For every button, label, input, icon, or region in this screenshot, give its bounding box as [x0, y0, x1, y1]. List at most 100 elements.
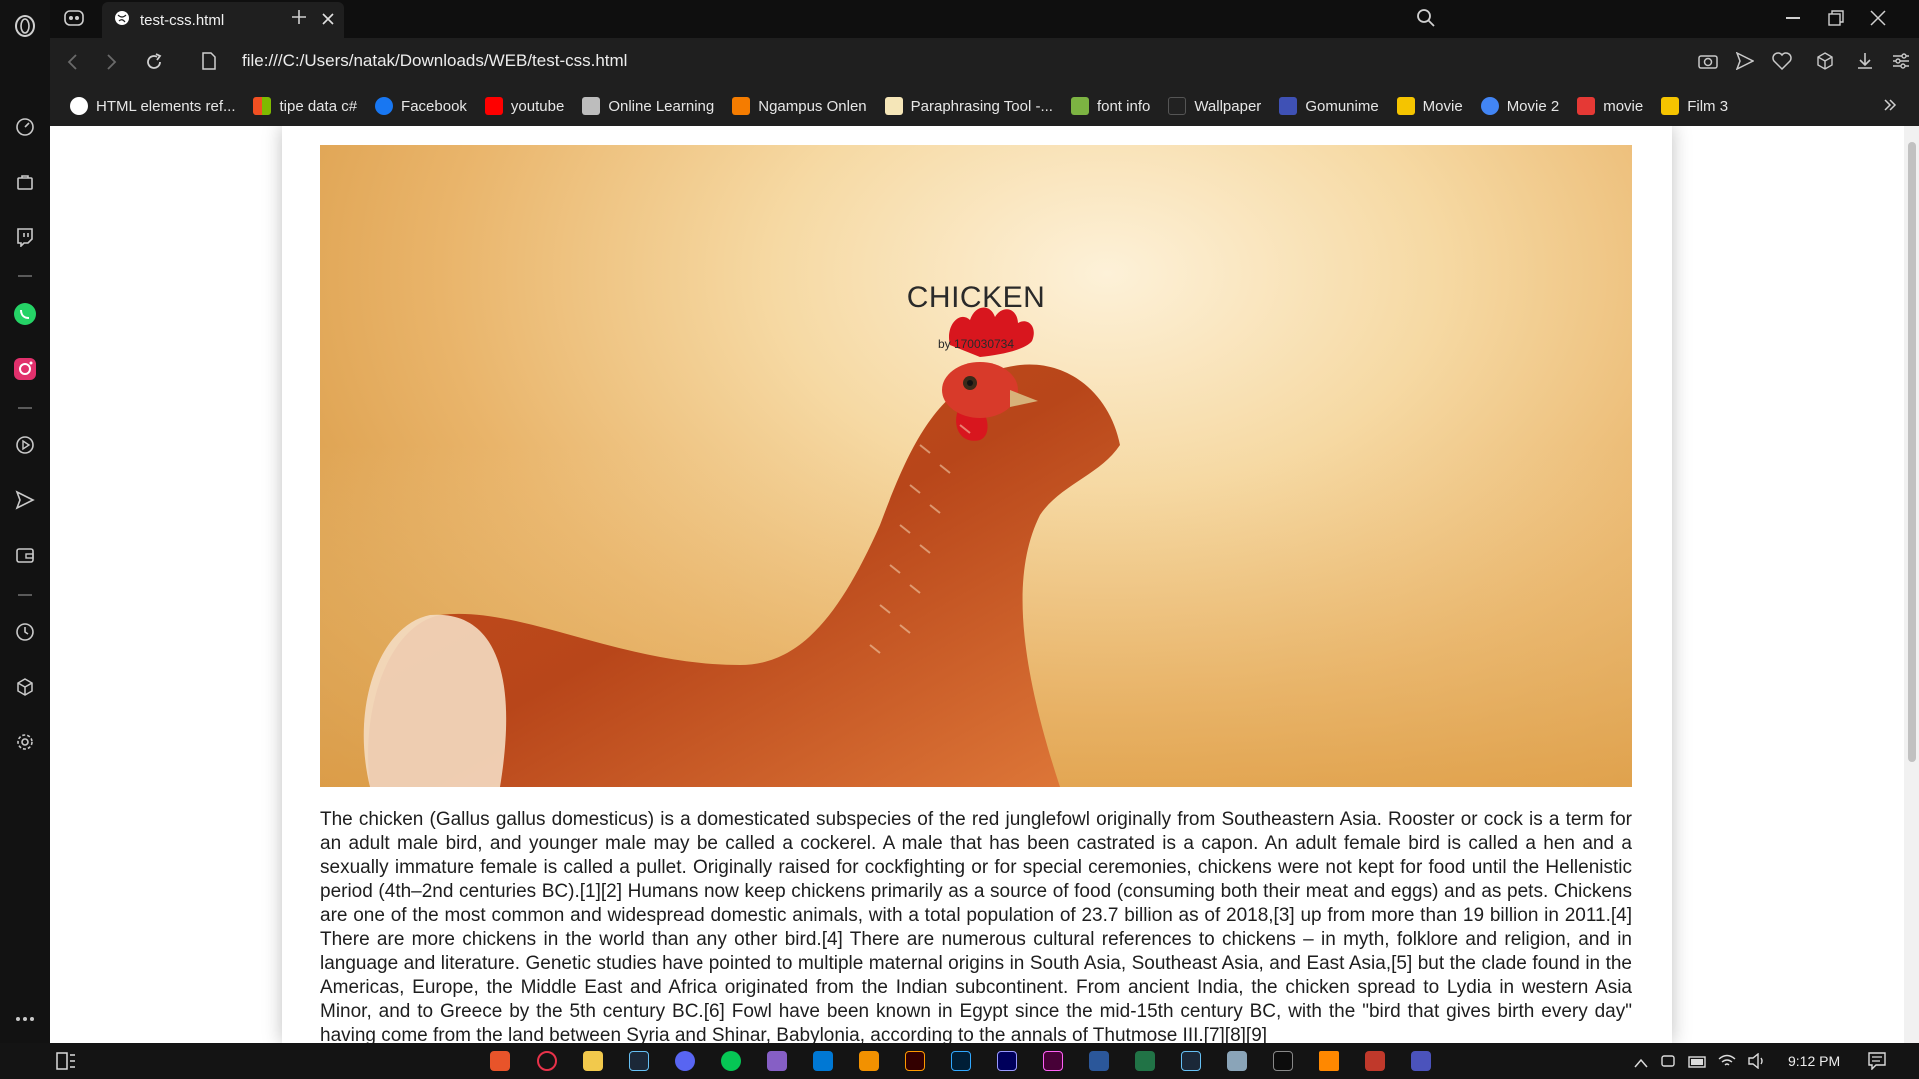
- twitch-icon[interactable]: [11, 223, 39, 251]
- snapshot-camera-icon[interactable]: [1698, 52, 1718, 75]
- more-options-icon[interactable]: [11, 1005, 39, 1033]
- tab-bar: test-css.html: [50, 0, 1919, 38]
- bookmark-label: tipe data c#: [279, 97, 358, 115]
- send-to-flow-icon[interactable]: [1735, 51, 1755, 75]
- movie-red-icon: [1577, 97, 1596, 115]
- page-viewport: CHICKEN by 170030734 The chicken (Gallus…: [50, 126, 1904, 1043]
- bookmark-label: Gomunime: [1305, 97, 1379, 115]
- flow-send-icon[interactable]: [11, 486, 39, 514]
- extensions-icon[interactable]: [1816, 52, 1834, 75]
- bookmark-movie-lower[interactable]: movie: [1577, 97, 1643, 115]
- taskbar-excel-icon[interactable]: [1135, 1051, 1155, 1071]
- taskbar-line-icon[interactable]: [721, 1051, 741, 1071]
- taskbar-steam-2-icon[interactable]: [1181, 1051, 1201, 1071]
- new-tab-icon[interactable]: [290, 8, 308, 31]
- taskbar-premiere-icon[interactable]: [997, 1051, 1017, 1071]
- sidebar: [0, 0, 50, 1043]
- globe-icon: [114, 10, 130, 30]
- minimize-icon[interactable]: [1786, 17, 1800, 19]
- sidebar-divider: [18, 594, 32, 596]
- page-byline: by 170030734: [937, 337, 1015, 351]
- page-scrollbar[interactable]: [1904, 126, 1919, 1043]
- bookmark-wallpaper[interactable]: Wallpaper: [1168, 97, 1261, 115]
- close-tab-icon[interactable]: [322, 12, 334, 29]
- easy-setup-icon[interactable]: [1892, 52, 1910, 75]
- windows-logo-icon: [253, 97, 272, 115]
- player-icon[interactable]: [11, 431, 39, 459]
- tray-chevron-up-icon[interactable]: [1634, 1055, 1648, 1073]
- bookmark-paraphrasing-tool[interactable]: Paraphrasing Tool -...: [884, 97, 1053, 115]
- history-icon[interactable]: [11, 618, 39, 646]
- file-page-icon[interactable]: [202, 52, 216, 75]
- taskbar-teams-icon[interactable]: [1411, 1051, 1431, 1071]
- volume-icon[interactable]: [1748, 1052, 1766, 1074]
- taskbar-sublime-icon[interactable]: [859, 1051, 879, 1071]
- paraphrasing-icon: [884, 97, 903, 115]
- instagram-icon[interactable]: [11, 355, 39, 383]
- article-body: The chicken (Gallus gallus domesticus) i…: [320, 809, 1632, 1043]
- more-bookmarks-chevron-icon[interactable]: [1883, 98, 1897, 117]
- article-card: CHICKEN by 170030734 The chicken (Gallus…: [282, 126, 1672, 1043]
- address-bar: file:///C:/Users/natak/Downloads/WEB/tes…: [50, 38, 1919, 86]
- taskbar-xd-icon[interactable]: [1043, 1051, 1063, 1071]
- windows-taskbar: 9:12 PM: [0, 1043, 1919, 1079]
- taskbar-terminal-icon[interactable]: [1273, 1051, 1293, 1071]
- opera-menu-icon[interactable]: [11, 12, 39, 40]
- bookmark-html-elements[interactable]: HTML elements ref...: [70, 97, 235, 115]
- taskbar-word-icon[interactable]: [1089, 1051, 1109, 1071]
- bookmark-ngampus-onlen[interactable]: Ngampus Onlen: [732, 97, 867, 115]
- movie-2-icon: [1480, 97, 1499, 115]
- wallet-icon[interactable]: [11, 541, 39, 569]
- bookmark-favicon-icon: [70, 97, 88, 115]
- taskbar-photos-icon[interactable]: [1227, 1051, 1247, 1071]
- reload-icon[interactable]: [144, 52, 164, 77]
- taskbar-winrar-icon[interactable]: [1365, 1051, 1385, 1071]
- speed-dial-icon[interactable]: [11, 113, 39, 141]
- notification-center-icon[interactable]: [1868, 1052, 1886, 1075]
- bookmark-film-3[interactable]: Film 3: [1661, 97, 1728, 115]
- bookmark-tipe-data[interactable]: tipe data c#: [253, 97, 357, 115]
- url-field[interactable]: file:///C:/Users/natak/Downloads/WEB/tes…: [242, 51, 627, 71]
- shopping-bag-icon[interactable]: [11, 168, 39, 196]
- restore-window-icon[interactable]: [1828, 10, 1844, 31]
- bookmark-gomunime[interactable]: Gomunime: [1279, 97, 1379, 115]
- whatsapp-icon[interactable]: [11, 300, 39, 328]
- bookmark-label: Paraphrasing Tool -...: [910, 97, 1053, 115]
- bookmark-font-info[interactable]: font info: [1070, 97, 1150, 115]
- wifi-icon[interactable]: [1718, 1053, 1736, 1074]
- tray-meet-icon[interactable]: [1660, 1053, 1676, 1074]
- bookmark-facebook[interactable]: Facebook: [375, 97, 467, 115]
- battery-icon[interactable]: [1688, 1055, 1708, 1073]
- bookmark-movie[interactable]: Movie: [1396, 97, 1463, 115]
- page-title: CHICKEN: [906, 281, 1046, 314]
- taskbar-vlc-icon[interactable]: [1319, 1051, 1339, 1071]
- extensions-cube-icon[interactable]: [11, 673, 39, 701]
- task-view-icon[interactable]: [56, 1052, 76, 1075]
- bookmark-movie-2[interactable]: Movie 2: [1480, 97, 1559, 115]
- taskbar-steam-icon[interactable]: [629, 1051, 649, 1071]
- bookmark-online-learning[interactable]: Online Learning: [582, 97, 714, 115]
- online-learning-icon: [582, 97, 601, 115]
- scrollbar-thumb[interactable]: [1908, 142, 1916, 762]
- taskbar-file-explorer-icon[interactable]: [583, 1051, 603, 1071]
- download-icon[interactable]: [1856, 52, 1874, 75]
- taskbar-brave-icon[interactable]: [490, 1051, 510, 1071]
- taskbar-photoshop-icon[interactable]: [951, 1051, 971, 1071]
- bookmark-label: Film 3: [1687, 97, 1729, 115]
- bookmark-label: Wallpaper: [1194, 97, 1262, 115]
- taskbar-vscode-icon[interactable]: [813, 1051, 833, 1071]
- taskbar-clock[interactable]: 9:12 PM: [1788, 1053, 1840, 1069]
- taskbar-visual-studio-icon[interactable]: [767, 1051, 787, 1071]
- forward-icon[interactable]: [106, 54, 118, 75]
- search-tabs-icon[interactable]: [1416, 8, 1436, 33]
- bookmark-youtube[interactable]: youtube: [484, 97, 564, 115]
- tab-menu-icon[interactable]: [64, 10, 84, 31]
- taskbar-illustrator-icon[interactable]: [905, 1051, 925, 1071]
- back-icon[interactable]: [66, 54, 78, 75]
- taskbar-opera-icon[interactable]: [537, 1051, 557, 1071]
- bookmark-label: Ngampus Onlen: [758, 97, 867, 115]
- settings-gear-icon[interactable]: [11, 728, 39, 756]
- close-window-icon[interactable]: [1870, 10, 1886, 31]
- taskbar-discord-icon[interactable]: [675, 1051, 695, 1071]
- bookmark-heart-icon[interactable]: [1772, 52, 1792, 75]
